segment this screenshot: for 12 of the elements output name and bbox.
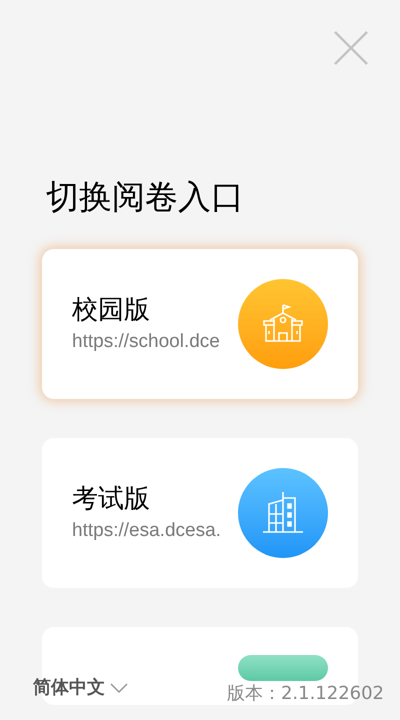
page-title: 切换阅卷入口	[46, 177, 245, 217]
portal-card[interactable]: 考试版 https://esa.dcesa.	[42, 438, 358, 588]
version-text: 版本：2.1.122602	[226, 682, 384, 706]
card-url: https://school.dce	[72, 330, 220, 354]
card-url: https://esa.dcesa.	[72, 519, 221, 543]
portal-card[interactable]: 校园版 https://school.dce	[42, 249, 358, 399]
card-title: 考试版	[72, 483, 151, 515]
chevron-down-icon	[109, 682, 129, 694]
close-icon	[333, 30, 369, 66]
card-title: 校园版	[72, 294, 151, 326]
buildings-icon	[261, 490, 305, 536]
language-selector[interactable]: 简体中文	[33, 674, 129, 701]
